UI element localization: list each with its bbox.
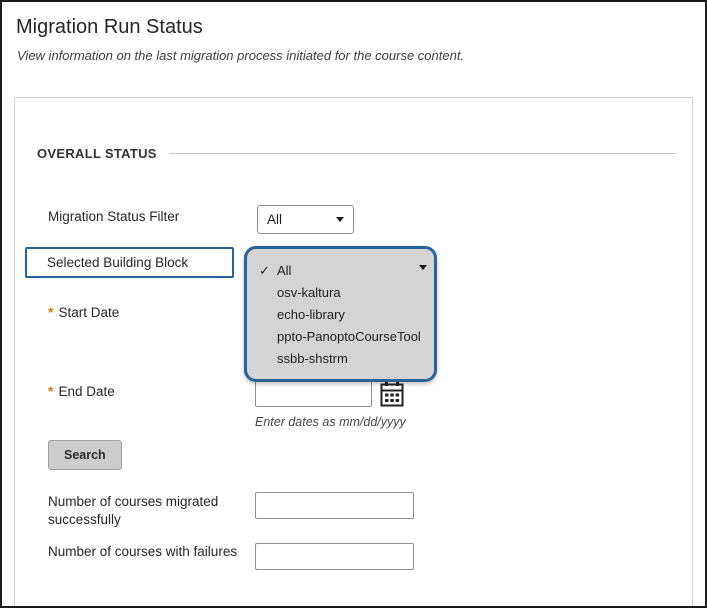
dropdown-option-ppto-panopto[interactable]: ppto-PanoptoCourseTool — [247, 326, 434, 348]
dropdown-option-label: echo-library — [277, 307, 345, 322]
selected-building-block-label-focus[interactable]: Selected Building Block — [25, 247, 234, 278]
header-divider-line — [169, 153, 676, 154]
calendar-picker-button[interactable] — [377, 378, 407, 409]
content-panel: OVERALL STATUS Migration Status Filter A… — [14, 97, 693, 608]
end-date-label-text: End Date — [58, 384, 114, 399]
dropdown-option-echo-library[interactable]: echo-library — [247, 304, 434, 326]
search-button[interactable]: Search — [48, 440, 122, 470]
start-date-label: * Start Date — [48, 304, 119, 320]
start-date-label-text: Start Date — [58, 305, 119, 320]
overall-status-header: OVERALL STATUS — [37, 146, 676, 161]
building-block-dropdown-list: ✓ All osv-kaltura echo-library ppto-Pano… — [244, 246, 437, 382]
dropdown-option-label: osv-kaltura — [277, 285, 341, 300]
dropdown-option-label: ppto-PanoptoCourseTool — [277, 329, 421, 344]
end-date-label: * End Date — [48, 383, 115, 399]
check-icon: ✓ — [259, 260, 270, 282]
dropdown-option-osv-kaltura[interactable]: osv-kaltura — [247, 282, 434, 304]
migrated-count-label: Number of courses migrated successfully — [48, 493, 248, 529]
required-asterisk-icon: * — [48, 304, 53, 320]
dropdown-option-label: All — [277, 263, 291, 278]
overall-status-title: OVERALL STATUS — [37, 146, 157, 161]
migration-run-status-page: Migration Run Status View information on… — [0, 0, 707, 608]
migration-status-filter-value: All — [267, 212, 282, 227]
dropdown-option-all[interactable]: ✓ All — [247, 260, 434, 282]
selected-building-block-label: Selected Building Block — [47, 255, 188, 270]
failures-count-label: Number of courses with failures — [48, 544, 278, 559]
migration-status-filter-label: Migration Status Filter — [48, 209, 179, 224]
required-asterisk-icon: * — [48, 383, 53, 399]
chevron-down-icon — [336, 217, 344, 222]
migrated-count-input[interactable] — [255, 492, 414, 519]
failures-count-input[interactable] — [255, 543, 414, 570]
page-subtitle: View information on the last migration p… — [17, 48, 464, 63]
calendar-icon — [380, 381, 404, 407]
date-format-hint: Enter dates as mm/dd/yyyy — [255, 415, 406, 429]
dropdown-option-label: ssbb-shstrm — [277, 351, 348, 366]
page-title: Migration Run Status — [16, 16, 203, 39]
end-date-input[interactable] — [255, 380, 372, 407]
migration-status-filter-select[interactable]: All — [257, 205, 354, 234]
dropdown-option-ssbb-shstrm[interactable]: ssbb-shstrm — [247, 348, 434, 370]
